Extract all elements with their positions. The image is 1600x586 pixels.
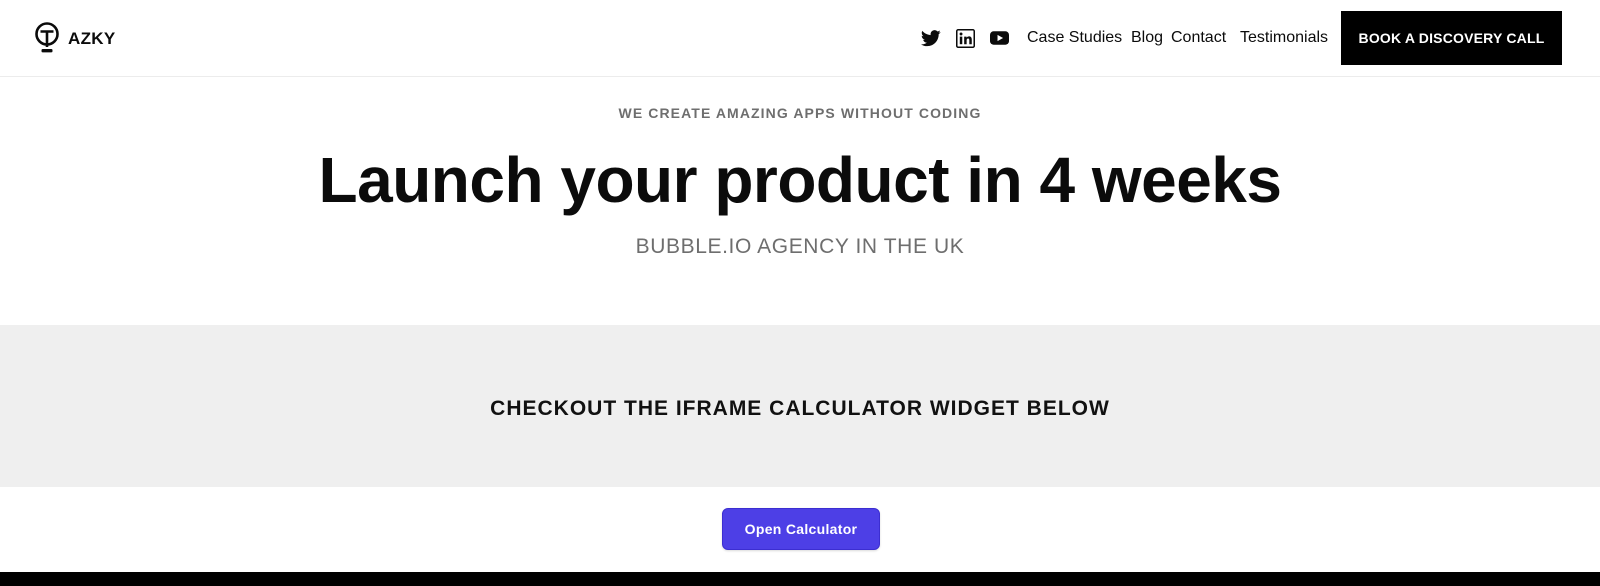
hero-subhead: BUBBLE.IO AGENCY IN THE UK (635, 235, 965, 258)
calculator-section-title: CHECKOUT THE IFRAME CALCULATOR WIDGET BE… (490, 397, 1110, 420)
calculator-intro-band: CHECKOUT THE IFRAME CALCULATOR WIDGET BE… (0, 325, 1600, 487)
site-header: AZKY Case Studies Blog Contact Testimoni… (0, 0, 1600, 77)
book-discovery-call-button[interactable]: BOOK A DISCOVERY CALL (1341, 11, 1562, 65)
youtube-icon[interactable] (988, 27, 1010, 49)
twitter-icon[interactable] (920, 27, 942, 49)
linkedin-icon[interactable] (954, 27, 976, 49)
nav-link-testimonials[interactable]: Testimonials (1240, 29, 1328, 47)
hero-headline: Launch your product in 4 weeks (318, 144, 1282, 216)
footer-strip (0, 572, 1600, 586)
nav-link-case-studies[interactable]: Case Studies (1027, 29, 1122, 47)
brand-logo-link[interactable]: AZKY (34, 22, 115, 55)
brand-name: AZKY (68, 28, 116, 48)
hero-eyebrow: WE CREATE AMAZING APPS WITHOUT CODING (618, 105, 982, 121)
nav-link-blog[interactable]: Blog (1131, 29, 1163, 47)
lightbulb-logo-icon (35, 22, 59, 53)
nav-link-contact[interactable]: Contact (1171, 29, 1226, 47)
open-calculator-button[interactable]: Open Calculator (722, 508, 880, 550)
